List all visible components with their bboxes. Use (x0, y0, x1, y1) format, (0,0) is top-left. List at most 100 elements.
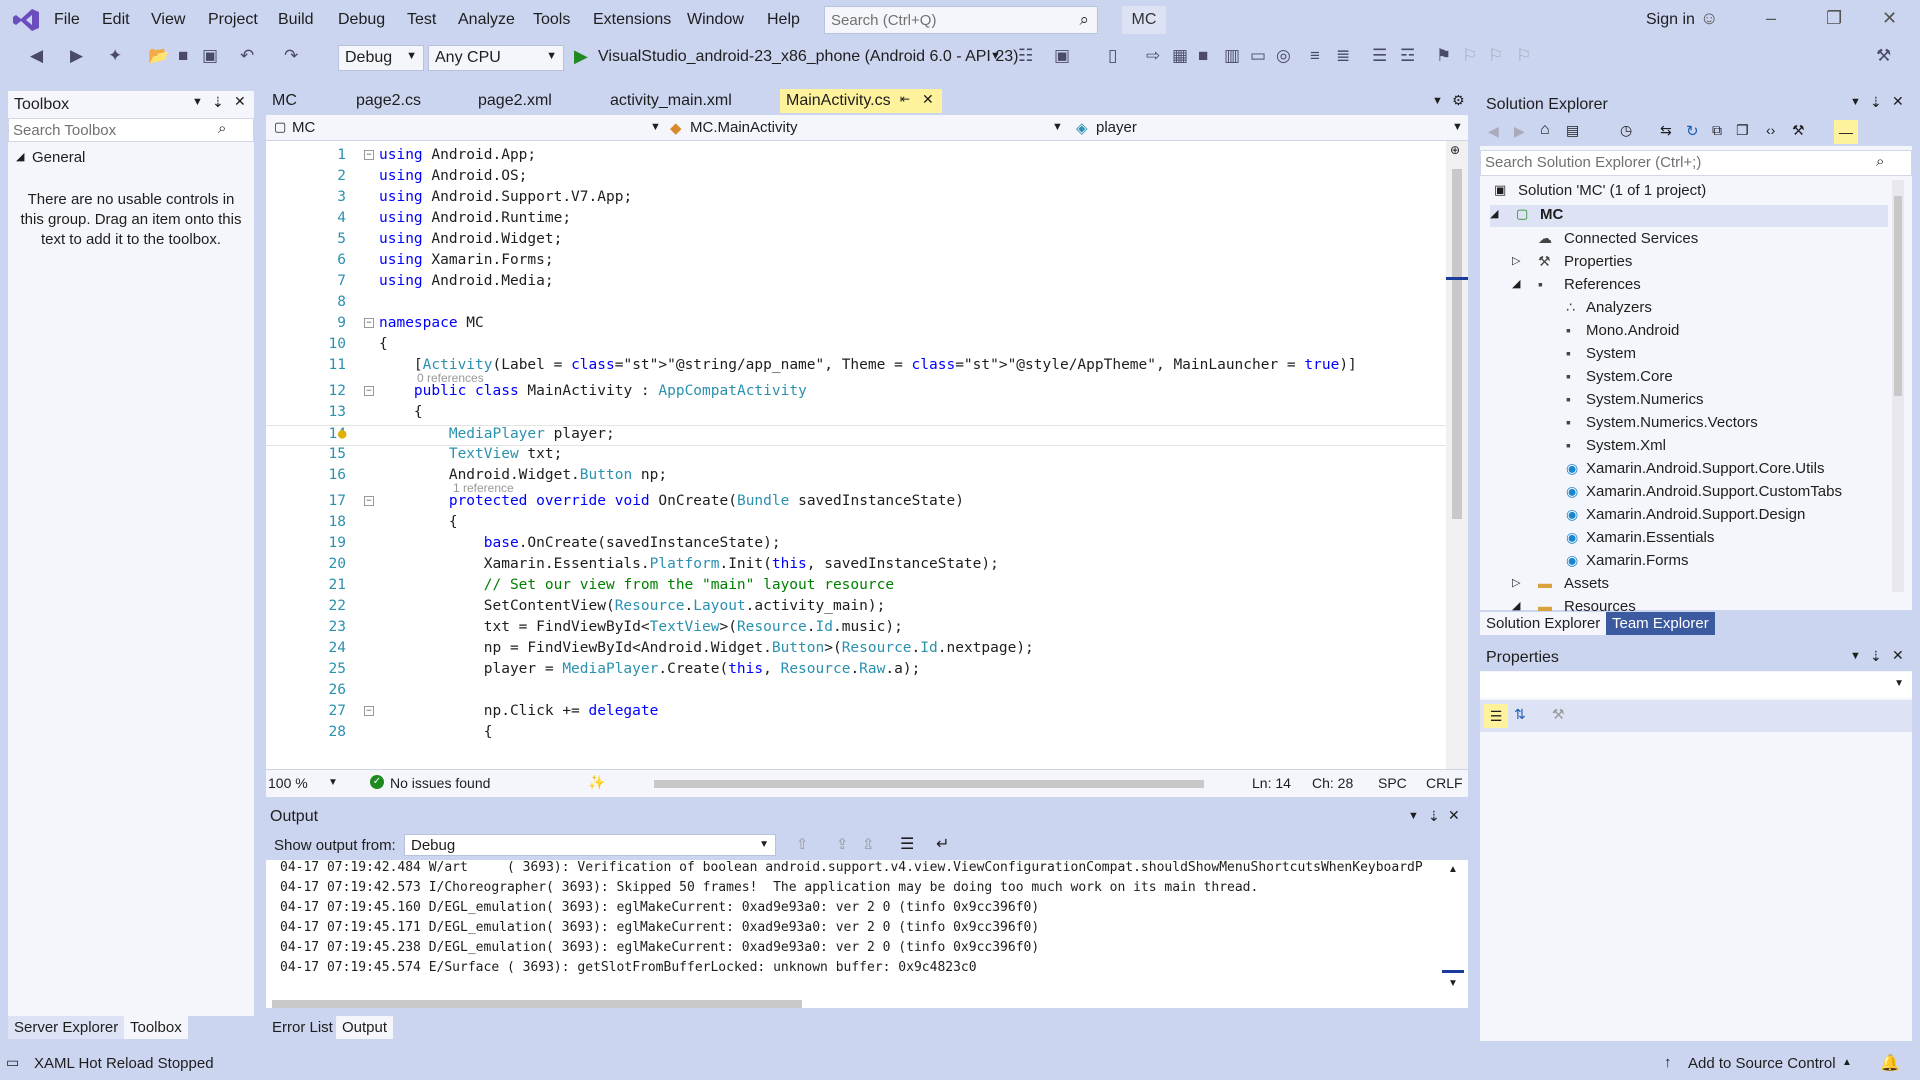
account-icon[interactable]: ☺ (1700, 8, 1718, 29)
clear-bookmarks-icon[interactable]: ⚐ (1516, 46, 1531, 66)
code-line[interactable]: 6 using Xamarin.Forms; (266, 252, 1446, 273)
clear-all-icon[interactable]: ☰ (900, 834, 914, 854)
pin-icon[interactable]: ⇤ (900, 92, 910, 106)
search-icon[interactable]: ⌕ (218, 120, 226, 137)
chevron-down-icon[interactable]: ▼ (328, 777, 338, 788)
code-line[interactable]: 23 txt = FindViewById<TextView>(Resource… (266, 619, 1446, 640)
code-line[interactable]: 14 ● MediaPlayer player; (266, 425, 1446, 446)
forward-icon[interactable]: ▶ (1514, 123, 1525, 140)
step-icon[interactable]: ⇨ (1146, 46, 1160, 66)
issues-status[interactable]: No issues found (390, 775, 490, 791)
code-line[interactable]: 2 using Android.OS; (266, 168, 1446, 189)
menu-test[interactable]: Test (407, 11, 436, 29)
close-icon[interactable]: ✕ (1448, 807, 1460, 824)
indent-icon[interactable]: ≡ (1310, 46, 1320, 66)
chevron-down-icon[interactable]: ▼ (650, 121, 661, 133)
solution-explorer-search-input[interactable]: Search Solution Explorer (Ctrl+;) (1480, 150, 1912, 176)
restore-icon[interactable]: ❐ (1826, 8, 1842, 29)
code-line[interactable]: 17 − protected override void OnCreate(Bun… (266, 493, 1446, 514)
android-sdk-icon[interactable]: ▯ (1108, 46, 1117, 66)
code-line[interactable]: 19 base.OnCreate(savedInstanceState); (266, 535, 1446, 556)
tab-activity-main-xml[interactable]: activity_main.xml (604, 89, 774, 113)
sync-icon[interactable]: ⇆ (1660, 122, 1672, 139)
editor-vertical-scrollbar[interactable]: ⊕ (1446, 141, 1468, 769)
collapse-icon[interactable]: − (364, 150, 374, 160)
menu-extensions[interactable]: Extensions (593, 11, 671, 29)
device-manager-icon[interactable]: ☷ (1018, 46, 1033, 66)
collapse-icon[interactable]: − (364, 496, 374, 506)
categorized-icon[interactable]: ☰ (1484, 704, 1508, 728)
back-icon[interactable]: ◀ (30, 46, 43, 66)
chevron-down-icon[interactable]: ▼ (1408, 810, 1419, 822)
code-line[interactable]: 16 Android.Widget.Button np; (266, 467, 1446, 488)
forward-icon[interactable]: ▶ (70, 46, 83, 66)
properties-object-select[interactable]: ▼ (1480, 672, 1912, 698)
toolbox-group-general[interactable]: General (32, 149, 85, 166)
collapsed-arrow-icon[interactable]: ▷ (1512, 254, 1520, 267)
camera-icon[interactable]: ◎ (1276, 46, 1291, 66)
horizontal-scroll-thumb[interactable] (654, 780, 1204, 788)
code-line[interactable]: 7 using Android.Media; (266, 273, 1446, 294)
se-item[interactable]: ◉ Xamarin.Android.Support.CustomTabs (1540, 482, 1900, 504)
layout-icon[interactable]: ▥ (1224, 46, 1240, 66)
pin-icon[interactable]: ⇣ (1870, 648, 1882, 665)
code-line[interactable]: 12 − public class MainActivity : AppCompa… (266, 383, 1446, 404)
new-project-icon[interactable]: ✦ (108, 46, 122, 66)
menu-tools[interactable]: Tools (533, 11, 570, 29)
properties-icon[interactable]: ⚒ (1792, 122, 1805, 139)
se-item[interactable]: ▪ Mono.Android (1540, 321, 1900, 343)
close-window-icon[interactable]: ✕ (1882, 8, 1897, 29)
code-line[interactable]: 3 using Android.Support.V7.App; (266, 189, 1446, 210)
find-message-icon[interactable]: ⇧ (796, 835, 809, 853)
se-item[interactable]: ◢ ▪ References (1512, 275, 1872, 297)
code-line[interactable]: 20 Xamarin.Essentials.Platform.Init(this… (266, 556, 1446, 577)
tab-page2-cs[interactable]: page2.cs (350, 89, 478, 113)
split-icon[interactable]: ⊕ (1450, 143, 1460, 157)
pin-icon[interactable]: ⇣ (1870, 94, 1882, 111)
tab-server-explorer[interactable]: Server Explorer (8, 1016, 125, 1039)
back-icon[interactable]: ◀ (1488, 123, 1499, 140)
signin-link[interactable]: Sign in (1646, 11, 1695, 29)
home-icon[interactable]: ⌂ (1540, 121, 1550, 139)
reference-count-hint[interactable]: 1 reference (453, 481, 514, 495)
se-item[interactable]: ∴ Analyzers (1540, 298, 1900, 320)
tab-team-explorer[interactable]: Team Explorer (1606, 612, 1715, 635)
output-horizontal-scroll[interactable] (272, 1000, 802, 1008)
code-line[interactable]: 25 player = MediaPlayer.Create(this, Res… (266, 661, 1446, 682)
code-line[interactable]: 5 using Android.Widget; (266, 231, 1446, 252)
code-line[interactable]: 28 { (266, 724, 1446, 745)
next-message-icon[interactable]: ⇫ (862, 835, 875, 853)
word-wrap-icon[interactable]: ↵ (936, 834, 949, 854)
notifications-icon[interactable]: 🔔 (1880, 1053, 1900, 1073)
pin-icon[interactable]: ⇣ (1428, 808, 1440, 825)
se-item[interactable]: ▷ ▬ Assets (1512, 574, 1872, 596)
pin-icon[interactable]: ⇣ (212, 94, 224, 111)
expanded-arrow-icon[interactable]: ◢ (1490, 207, 1498, 220)
code-line[interactable]: 8 (266, 294, 1446, 315)
collapse-icon[interactable]: − (364, 386, 374, 396)
menu-view[interactable]: View (151, 11, 185, 29)
chevron-down-icon[interactable]: ▼ (1052, 121, 1063, 133)
scroll-up-icon[interactable]: ▲ (1448, 864, 1458, 875)
code-line[interactable]: 26 (266, 682, 1446, 703)
menu-analyze[interactable]: Analyze (458, 11, 515, 29)
nav-member[interactable]: player (1096, 119, 1137, 136)
chevron-up-icon[interactable]: ▲ (1842, 1057, 1852, 1068)
se-item[interactable]: ▪ System.Numerics (1540, 390, 1900, 412)
se-item[interactable]: ◉ Xamarin.Android.Support.Core.Utils (1540, 459, 1900, 481)
code-cleanup-icon[interactable]: ✨ (588, 774, 605, 791)
output-pane[interactable]: 04-17 07:19:42.484 W/art ( 3693): Verifi… (266, 860, 1468, 1008)
collapse-icon[interactable]: − (364, 706, 374, 716)
menu-debug[interactable]: Debug (338, 11, 385, 29)
menu-help[interactable]: Help (767, 11, 800, 29)
menu-window[interactable]: Window (687, 11, 744, 29)
se-item[interactable]: ◉ Xamarin.Android.Support.Design (1540, 505, 1900, 527)
code-line[interactable]: 24 np = FindViewById<Android.Widget.Butt… (266, 640, 1446, 661)
tab-page2-xml[interactable]: page2.xml (472, 89, 600, 113)
code-line[interactable]: 18 { (266, 514, 1446, 535)
redo-icon[interactable]: ↷ (284, 46, 298, 66)
expanded-arrow-icon[interactable]: ◢ (1512, 277, 1520, 290)
tab-error-list[interactable]: Error List (266, 1016, 339, 1039)
se-item[interactable]: ◉ Xamarin.Forms (1540, 551, 1900, 573)
se-item[interactable]: ▷ ⚒ Properties (1512, 252, 1872, 274)
